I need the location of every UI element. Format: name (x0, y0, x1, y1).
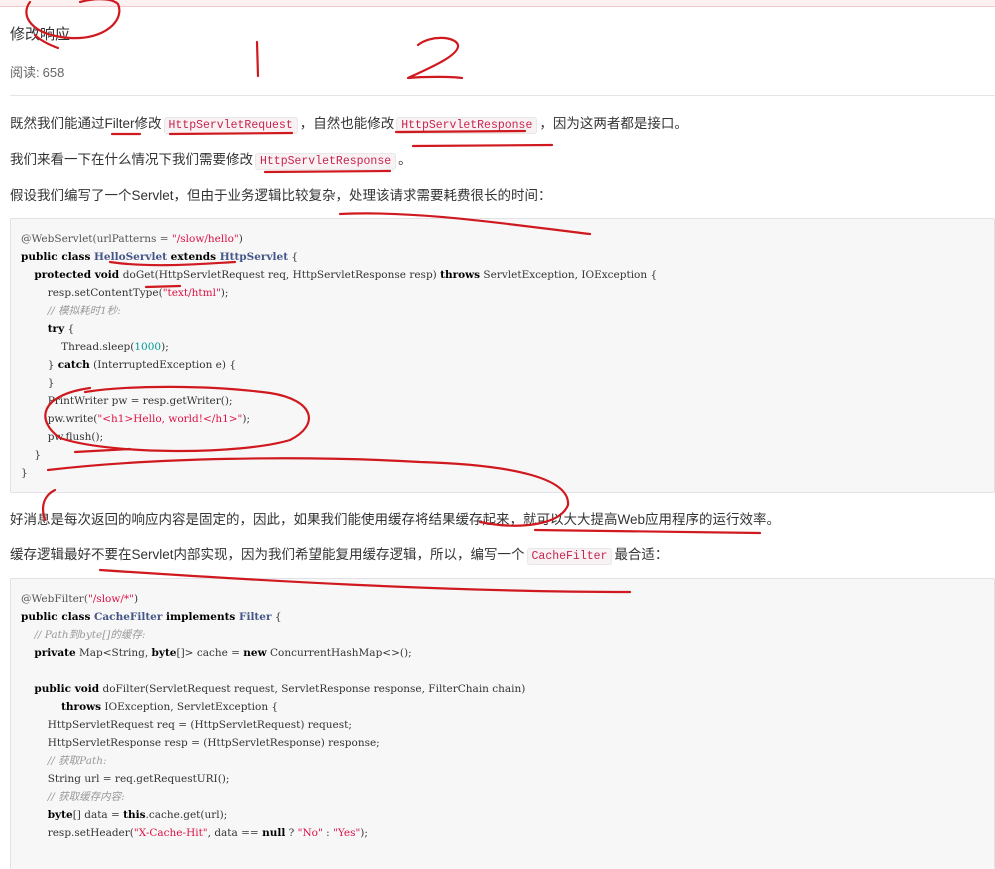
paragraph-3: 假设我们编写了一个Servlet，但由于业务逻辑比较复杂，处理该请求需要耗费很长… (10, 188, 552, 203)
paragraph-2: 我们来看一下在什么情况下我们需要修改 HttpServletResponse。 (10, 148, 412, 170)
code-block-cache-filter: @WebFilter("/slow/*") public class Cache… (10, 578, 995, 869)
paragraph-5: 缓存逻辑最好不要在Servlet内部实现，因为我们希望能复用缓存逻辑，所以，编写… (10, 543, 669, 565)
notification-strip (0, 0, 995, 7)
p2-text-2: 。 (398, 152, 412, 167)
p1-text-2: ，自然也能修改 (299, 116, 395, 131)
read-count-value: 658 (42, 65, 65, 80)
paragraph-4: 好消息是每次返回的响应内容是固定的，因此，如果我们能使用缓存将结果缓存起来，就可… (10, 512, 781, 527)
inline-code-cachefilter: CacheFilter (526, 548, 613, 565)
paragraph-1: 既然我们能通过Filter修改 HttpServletRequest ，自然也能修改… (10, 112, 688, 134)
p5-text-1: 缓存逻辑最好不要在Servlet内部实现，因为我们希望能复用缓存逻辑，所以，编写… (10, 547, 525, 562)
p2-text-1: 我们来看一下在什么情况下我们需要修改 (10, 152, 253, 167)
ink-underline-p4 (533, 528, 762, 535)
p1-text-1: 既然我们能通过Filter修改 (10, 116, 162, 131)
page-title: 修改响应 (10, 26, 71, 43)
ink-digit-2 (406, 36, 464, 80)
divider (10, 95, 995, 96)
inline-code-httpservletrequest: HttpServletRequest (163, 117, 298, 134)
p5-text-2: 最合适： (614, 547, 669, 562)
inline-code-httpservletresponse-2: HttpServletResponse (255, 153, 397, 170)
p1-text-3: ，因为这两者都是接口。 (539, 116, 688, 131)
read-count-label: 阅读: (10, 65, 40, 80)
inline-code-httpservletresponse: HttpServletResponse (396, 117, 538, 134)
ink-digit-1 (255, 40, 260, 78)
code-block-hello-servlet: @WebServlet(urlPatterns = "/slow/hello")… (10, 218, 995, 493)
read-count: 阅读: 658 (10, 62, 64, 81)
ink-underline-response-2 (263, 169, 392, 174)
